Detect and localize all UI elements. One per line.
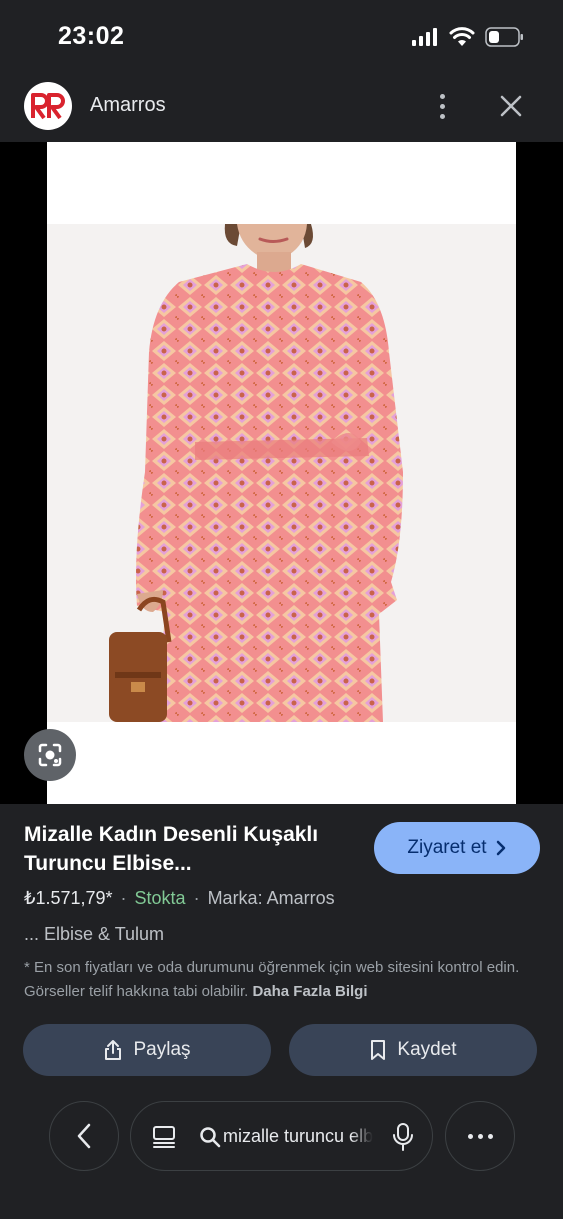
chevron-right-icon (496, 840, 505, 856)
separator-dot: · (193, 888, 200, 908)
header: Amarros (0, 76, 563, 142)
bookmark-icon (371, 1040, 386, 1060)
battery-icon (485, 27, 523, 47)
site-logo[interactable] (24, 82, 72, 130)
stock-status: Stokta (134, 888, 186, 908)
back-button[interactable] (49, 1101, 119, 1171)
lens-icon (38, 743, 62, 767)
disclaimer: * En son fiyatları ve oda durumunu öğren… (24, 956, 544, 1004)
search-icon (200, 1127, 221, 1148)
search-bar[interactable]: mizalle turuncu elbise (130, 1101, 433, 1171)
close-icon[interactable] (497, 92, 525, 120)
more-horiz-icon[interactable] (445, 1101, 515, 1171)
product-image[interactable] (47, 142, 516, 804)
product-meta: ₺1.571,79* · Stokta · Marka: Amarros (24, 888, 335, 909)
share-button[interactable]: Paylaş (23, 1024, 271, 1076)
tabs-icon[interactable] (151, 1124, 177, 1150)
mic-icon[interactable] (391, 1122, 415, 1152)
more-vert-icon[interactable] (430, 90, 454, 122)
back-icon (77, 1123, 91, 1149)
wifi-icon (449, 27, 475, 46)
save-button[interactable]: Kaydet (289, 1024, 537, 1076)
lens-button[interactable] (24, 729, 76, 781)
save-label: Kaydet (397, 1039, 457, 1060)
status-bar: 23:02 (0, 0, 563, 76)
share-icon (105, 1040, 122, 1060)
site-name[interactable]: Amarros (90, 94, 166, 117)
product-price: ₺1.571,79* (24, 888, 113, 908)
status-time: 23:02 (58, 22, 125, 50)
visit-button-label: Ziyaret et (407, 837, 487, 858)
visit-button[interactable]: Ziyaret et (374, 822, 540, 874)
separator-dot: · (120, 888, 127, 908)
search-query[interactable]: mizalle turuncu elbise (223, 1126, 373, 1147)
image-viewer (0, 142, 563, 804)
dress-photo (47, 142, 516, 804)
product-title[interactable]: Mizalle Kadın Desenli Kuşaklı Turuncu El… (24, 820, 354, 878)
share-label: Paylaş (133, 1039, 191, 1060)
product-brand: Marka: Amarros (207, 888, 335, 908)
logo-mark-icon (31, 93, 65, 120)
product-category: ... Elbise & Tulum (24, 924, 165, 944)
signal-icon (412, 28, 437, 46)
more-info-link[interactable]: Daha Fazla Bilgi (252, 983, 367, 1000)
